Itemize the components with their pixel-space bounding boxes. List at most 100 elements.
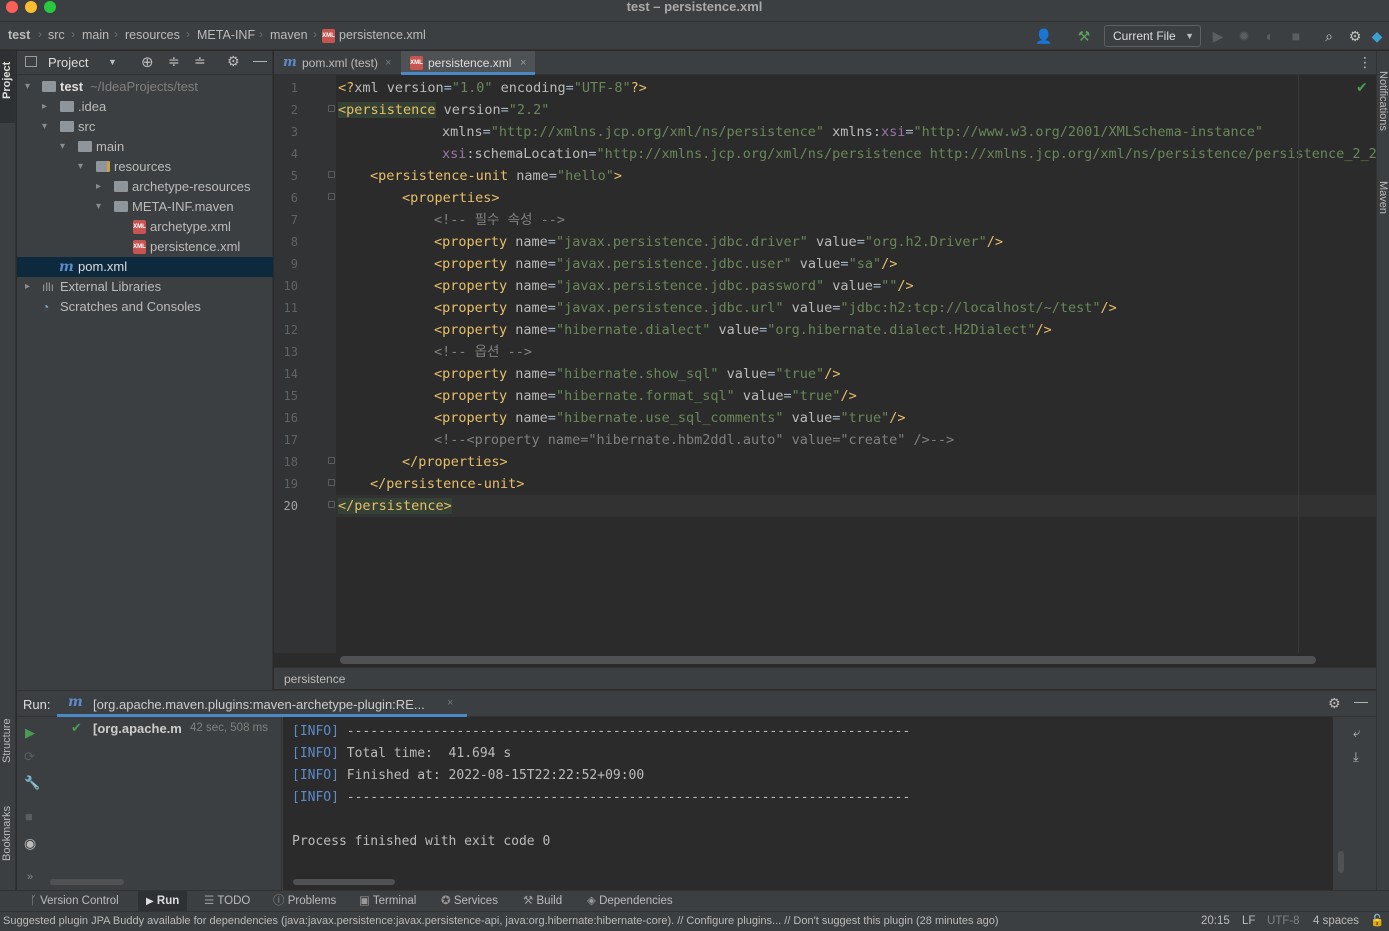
breadcrumb-item[interactable]: maven (270, 28, 308, 42)
horizontal-scrollbar[interactable] (336, 653, 1376, 667)
more-options-icon[interactable]: ⋮ (1358, 54, 1372, 71)
close-icon[interactable]: × (385, 51, 391, 75)
run-icon[interactable]: ▶ (1208, 26, 1228, 46)
maven-tool-tab[interactable]: Maven (1377, 181, 1389, 214)
breadcrumb-item[interactable]: main (82, 28, 109, 42)
console-output[interactable]: [INFO] ---------------------------------… (283, 717, 1333, 891)
fold-marker-icon[interactable] (328, 171, 335, 178)
collapse-all-icon[interactable]: ≐ (194, 53, 206, 70)
stop-icon[interactable]: ■ (1286, 26, 1306, 46)
notifications-tool-tab[interactable]: Notifications (1377, 71, 1389, 131)
soft-wrap-icon[interactable]: ⤶ (1353, 725, 1360, 741)
structure-tool-tab[interactable]: Structure (1, 718, 13, 763)
project-tool-tab[interactable]: Project (0, 51, 15, 123)
chevron-right-icon[interactable]: ▸ (42, 97, 47, 117)
tree-item-archetype-resources[interactable]: ▸ archetype-resources (17, 177, 273, 197)
code-token: value (783, 410, 833, 426)
tree-item-test[interactable]: ▾ test ~/IdeaProjects/test (17, 77, 273, 97)
version-control-tab[interactable]: ᚴ Version Control (30, 891, 119, 911)
tree-item-archetype-xml[interactable]: XML archetype.xml (17, 217, 273, 237)
code-editor[interactable]: <?xml version="1.0" encoding="UTF-8"?> <p… (336, 75, 1376, 653)
indent-setting[interactable]: 4 spaces (1313, 912, 1359, 931)
terminal-tab[interactable]: ▣ Terminal (359, 891, 416, 911)
tree-item-persistence-xml[interactable]: XML persistence.xml (17, 237, 273, 257)
fold-marker-icon[interactable] (328, 457, 335, 464)
fold-marker-icon[interactable] (328, 105, 335, 112)
run-tab[interactable]: m [org.apache.maven.plugins:maven-archet… (57, 691, 467, 717)
rerun-icon[interactable]: ▶ (25, 725, 35, 741)
breadcrumb-item[interactable]: META-INF (197, 28, 255, 42)
chevron-down-icon[interactable]: ▾ (25, 77, 30, 97)
fold-marker-icon[interactable] (328, 479, 335, 486)
tree-item-external-libraries[interactable]: ▸ ıllı External Libraries (17, 277, 273, 297)
run-tool-tab[interactable]: ▶ Run (138, 891, 188, 911)
gear-icon[interactable]: ⚙ (1345, 26, 1365, 46)
expand-all-icon[interactable]: ≑ (168, 53, 180, 70)
breadcrumb-item[interactable]: test (8, 28, 30, 42)
tree-item-meta-inf-maven[interactable]: ▾ META-INF.maven (17, 197, 273, 217)
scroll-to-end-icon[interactable]: ⤓ (1353, 749, 1359, 765)
run-tree-item[interactable]: ✔ [org.apache.m 42 sec, 508 ms (47, 717, 282, 739)
dropdown-caret-icon[interactable]: ▼ (108, 57, 117, 67)
tree-item-main[interactable]: ▾ main (17, 137, 273, 157)
tab-pom-xml[interactable]: m pom.xml (test) × (274, 51, 400, 75)
tree-item-src[interactable]: ▾ src (17, 117, 273, 137)
services-tab[interactable]: ✪ Services (441, 891, 498, 911)
code-token: </persistence-unit> (370, 476, 525, 492)
chevron-down-icon[interactable]: ▾ (96, 197, 101, 217)
problems-tab[interactable]: ⓘ Problems (273, 891, 336, 911)
hide-panel-icon[interactable]: — (253, 52, 267, 68)
line-separator[interactable]: LF (1242, 912, 1255, 931)
breadcrumb-item[interactable]: src (48, 28, 65, 42)
todo-tab[interactable]: ☰ TODO (204, 891, 250, 911)
tree-item-idea[interactable]: ▸ .idea (17, 97, 273, 117)
build-hammer-icon[interactable]: ⚒ (1074, 26, 1094, 46)
coverage-icon[interactable]: ◐ (1260, 26, 1280, 46)
bookmarks-tool-tab[interactable]: Bookmarks (1, 806, 13, 861)
hide-panel-icon[interactable]: — (1354, 693, 1368, 709)
ide-logo-icon[interactable]: ◆ (1368, 26, 1386, 46)
code-token: "hibernate.format_sql" (555, 388, 735, 404)
fold-marker-icon[interactable] (328, 501, 335, 508)
tree-item-pom-xml[interactable]: m pom.xml (17, 257, 273, 277)
build-tab[interactable]: ⚒ Build (523, 891, 562, 911)
chevron-down-icon[interactable]: ▾ (60, 137, 65, 157)
scrollbar-thumb[interactable] (293, 879, 395, 885)
rerun-failed-icon[interactable]: ⟳ (24, 749, 35, 765)
search-icon[interactable]: ⌕ (1319, 26, 1339, 46)
locate-icon[interactable]: ⊕ (141, 53, 154, 71)
editor-breadcrumb[interactable]: persistence (274, 667, 1376, 689)
breadcrumb-item[interactable]: persistence.xml (339, 28, 426, 42)
fold-marker-icon[interactable] (328, 193, 335, 200)
project-view-dropdown[interactable]: Project (48, 55, 88, 70)
chevron-down-icon[interactable]: ▾ (42, 117, 47, 137)
run-config-dropdown[interactable]: Current File ▼ (1104, 25, 1201, 47)
status-message[interactable]: Suggested plugin JPA Buddy available for… (3, 912, 999, 931)
chevron-down-icon[interactable]: ▾ (78, 157, 83, 177)
vertical-scrollbar-thumb[interactable] (1338, 851, 1344, 873)
caret-position[interactable]: 20:15 (1201, 912, 1230, 931)
run-tree-label: [org.apache.m (93, 721, 182, 736)
inspection-ok-icon[interactable]: ✔ (1356, 79, 1368, 96)
gear-icon[interactable]: ⚙ (227, 53, 240, 70)
close-icon[interactable]: × (520, 51, 526, 75)
close-icon[interactable]: × (447, 697, 453, 709)
dependencies-tab[interactable]: ◈ Dependencies (587, 891, 673, 911)
file-encoding[interactable]: UTF-8 (1267, 912, 1300, 931)
more-icon[interactable]: » (27, 871, 33, 883)
tree-item-resources[interactable]: ▾ resources (17, 157, 273, 177)
breadcrumb-item[interactable]: resources (125, 28, 180, 42)
scrollbar-thumb[interactable] (50, 879, 124, 885)
debug-icon[interactable]: ✹ (1234, 26, 1254, 46)
wrench-icon[interactable]: 🔧 (24, 775, 40, 791)
user-icon[interactable]: 👤 (1034, 26, 1054, 46)
scrollbar-thumb[interactable] (340, 656, 1316, 664)
eye-icon[interactable]: ◉ (24, 835, 36, 852)
tree-item-scratches[interactable]: ◔ Scratches and Consoles (17, 297, 273, 317)
chevron-right-icon[interactable]: ▸ (25, 277, 30, 297)
chevron-right-icon[interactable]: ▸ (96, 177, 101, 197)
gear-icon[interactable]: ⚙ (1328, 695, 1341, 712)
stop-icon[interactable]: ■ (25, 809, 33, 824)
tab-persistence-xml[interactable]: XML persistence.xml × (401, 51, 535, 75)
lock-icon[interactable]: 🔓 (1370, 912, 1384, 931)
